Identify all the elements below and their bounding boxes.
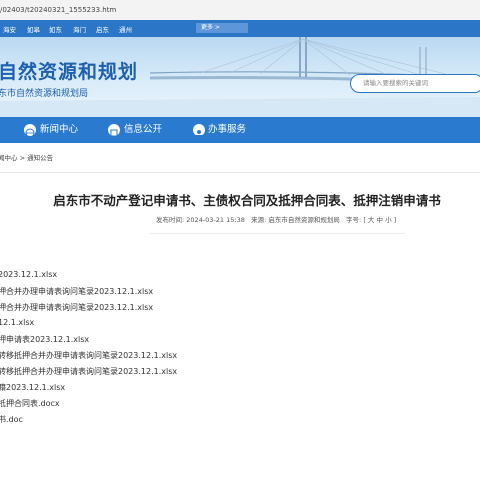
globe-icon bbox=[24, 124, 36, 138]
city-link-rugao[interactable]: 如皋 bbox=[27, 24, 40, 34]
nav-news-label: 新闻中心 bbox=[40, 124, 79, 135]
divider bbox=[0, 172, 480, 173]
attachment-link[interactable]: 转移抵押合并办理申请表询问笔录2023.12.1.xlsx bbox=[0, 366, 177, 377]
attachment-link[interactable]: 书.doc bbox=[0, 414, 23, 425]
url-text[interactable]: /02403/t20240321_1555233.htm bbox=[0, 6, 116, 14]
url-bar[interactable]: /02403/t20240321_1555233.htm bbox=[0, 0, 480, 21]
font-size-options[interactable]: [ 大 中 小 ] bbox=[363, 216, 396, 224]
site-subtitle: 东市自然资源和规划局 bbox=[0, 89, 89, 99]
city-link-tongzhou[interactable]: 通州 bbox=[119, 24, 132, 34]
attachment-link[interactable]: 押合并办理申请表询问笔录2023.12.1.xlsx bbox=[0, 286, 153, 297]
search-input[interactable]: 请输入要搜索的关键词 bbox=[350, 74, 480, 93]
source-label: 来源: bbox=[251, 216, 267, 224]
attachment-link[interactable]: 2023.12.1.xlsx bbox=[0, 270, 57, 279]
city-link-haimen[interactable]: 海门 bbox=[73, 24, 86, 34]
nav-info-label: 信息公开 bbox=[124, 124, 163, 135]
service-icon bbox=[193, 124, 205, 137]
article-meta: 发布时间: 2024-03-21 15:38 来源: 启东市自然资源和规划局 字… bbox=[156, 214, 396, 224]
published-label: 发布时间: bbox=[156, 216, 185, 224]
attachment-link[interactable]: 籍2023.12.1.xlsx bbox=[0, 382, 65, 393]
search-placeholder: 请输入要搜索的关键词 bbox=[363, 79, 428, 87]
source-value: 启东市自然资源和规划局 bbox=[268, 216, 340, 224]
nav-news-center[interactable]: 新闻中心 bbox=[0, 117, 100, 143]
article-title: 启东市不动产登记申请书、主债权合同及抵押合同表、抵押注销申请书 bbox=[53, 193, 441, 208]
font-size-label: 字号: bbox=[346, 216, 362, 224]
city-link-qidong[interactable]: 启东 bbox=[96, 24, 109, 34]
breadcrumb[interactable]: 闻中心 > 通知公告 bbox=[0, 152, 53, 162]
city-link-rudong[interactable]: 如东 bbox=[49, 24, 62, 34]
attachment-link[interactable]: 12.1.xlsx bbox=[0, 318, 34, 327]
main-nav: 新闻中心 信息公开 办事服务 bbox=[0, 117, 480, 143]
site-title[interactable]: 自然资源和规划 bbox=[0, 57, 138, 84]
attachment-link[interactable]: 转移抵押合并办理申请表询问笔录2023.12.1.xlsx bbox=[0, 350, 177, 361]
nav-services-label: 办事服务 bbox=[208, 124, 247, 135]
nav-info-public[interactable]: 信息公开 bbox=[100, 117, 190, 143]
more-button[interactable]: 更多 > bbox=[196, 23, 248, 33]
published-value: 2024-03-21 15:38 bbox=[186, 216, 245, 224]
info-icon bbox=[108, 124, 120, 137]
nav-services[interactable]: 办事服务 bbox=[190, 117, 280, 143]
city-link-haian[interactable]: 海安 bbox=[3, 24, 16, 34]
city-nav: 海安 如皋 如东 海门 启东 通州 更多 > bbox=[0, 20, 480, 37]
attachment-link[interactable]: 押合并办理申请表询问笔录2023.12.1.xlsx bbox=[0, 302, 153, 313]
meta-divider bbox=[150, 233, 405, 234]
attachment-link[interactable]: 押申请表2023.12.1.xlsx bbox=[0, 334, 89, 345]
attachment-link[interactable]: 抵押合同表.docx bbox=[0, 398, 60, 409]
